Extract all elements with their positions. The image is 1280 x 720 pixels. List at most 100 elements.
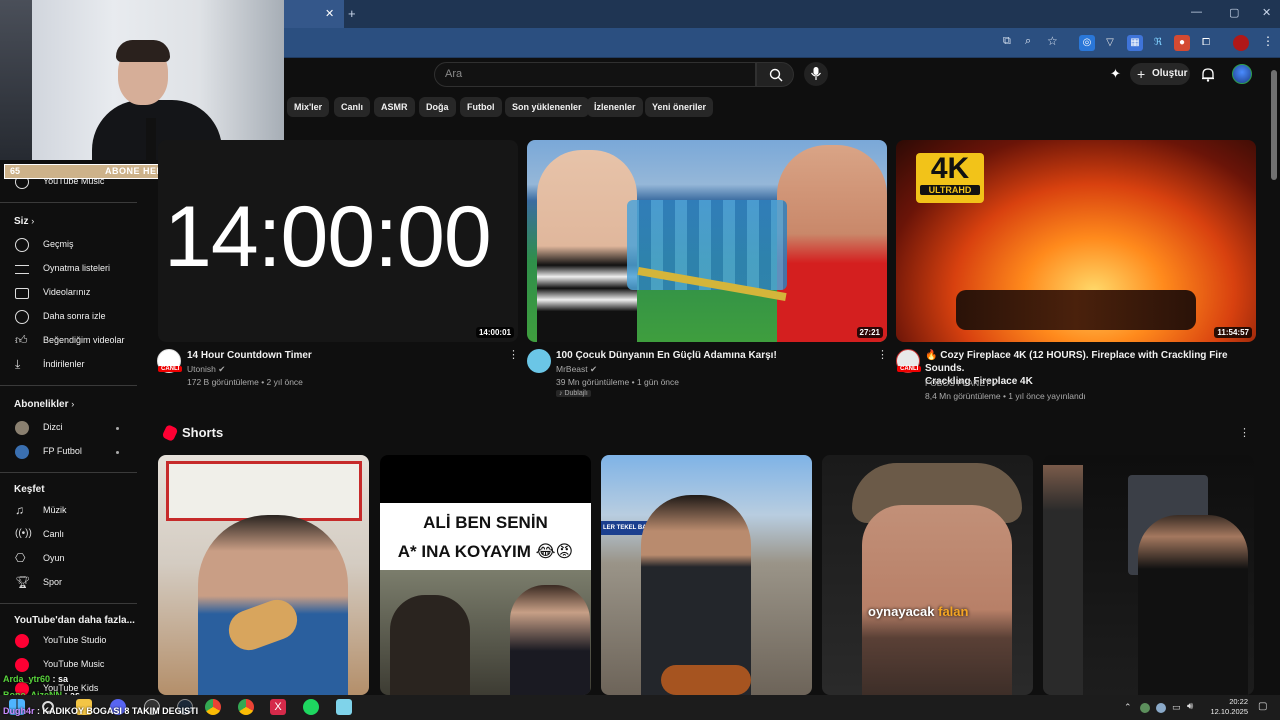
- browser-tab[interactable]: ✕: [284, 0, 344, 28]
- sidebar-item-your-videos[interactable]: Videolarınız: [0, 282, 150, 304]
- tray-chevron-icon[interactable]: ⌃: [1124, 702, 1132, 713]
- fireplace-logs: [956, 290, 1196, 330]
- channel-name[interactable]: MrBeast ✔: [556, 364, 597, 375]
- taskbar-clock[interactable]: 20:22 12.10.2025: [1200, 697, 1248, 717]
- account-avatar[interactable]: [1232, 64, 1252, 84]
- sidebar-item-sub-dizci[interactable]: Dizci: [0, 417, 150, 439]
- minimize-icon[interactable]: —: [1191, 6, 1202, 18]
- sidebar-item-label: YouTube Studio: [43, 635, 107, 645]
- bookmark-star-icon[interactable]: ☆: [1047, 34, 1058, 48]
- chip-new-recommendations[interactable]: Yeni öneriler: [645, 97, 714, 117]
- sidebar-item-sub-fp-futbol[interactable]: FP Futbol: [0, 441, 150, 463]
- extension-icon[interactable]: ◎: [1079, 35, 1095, 51]
- sidebar-divider: [0, 385, 137, 386]
- webcam-overlay: [0, 0, 284, 160]
- chip-mixes[interactable]: Mix'ler: [287, 97, 330, 117]
- short-caption-word: falan: [938, 604, 969, 619]
- short-caption-word: oynayacak: [868, 604, 935, 619]
- video-thumbnail[interactable]: 4K ULTRAHD 11:54:57: [896, 140, 1256, 342]
- install-app-icon[interactable]: ⧉: [1003, 35, 1011, 48]
- chat-line: Arda_ytr60 : sa: [3, 674, 68, 684]
- sidebar-heading-you[interactable]: Siz ›: [14, 216, 34, 227]
- tray-app-icon[interactable]: [1140, 703, 1150, 713]
- video-title[interactable]: 14 Hour Countdown Timer: [187, 349, 487, 362]
- short-thumbnail[interactable]: LER TEKEL BAYİ: [601, 455, 812, 695]
- voice-search-button[interactable]: [804, 62, 828, 86]
- sidebar-item-youtube-studio[interactable]: YouTube Studio: [0, 630, 150, 652]
- page-scrollbar[interactable]: [1271, 70, 1277, 180]
- cast-icon[interactable]: ✦: [1110, 66, 1121, 82]
- zoom-icon[interactable]: ⌕: [1025, 35, 1031, 48]
- profile-avatar[interactable]: [1233, 35, 1249, 51]
- extension-icon[interactable]: ●: [1174, 35, 1190, 51]
- sidebar-item-sports[interactable]: 🏆︎ Spor: [0, 572, 150, 594]
- channel-name[interactable]: FOBOS PLANET ✔: [925, 378, 1000, 389]
- sidebar-item-gaming[interactable]: ⎔ Oyun: [0, 548, 150, 570]
- new-tab-icon[interactable]: +: [348, 6, 356, 21]
- chip-nature[interactable]: Doğa: [419, 97, 456, 117]
- sidebar-item-history[interactable]: Geçmiş: [0, 234, 150, 256]
- sidebar-item-playlists[interactable]: Oynatma listeleri: [0, 258, 150, 280]
- sidebar-heading-subscriptions[interactable]: Abonelikler ›: [14, 399, 74, 410]
- more-actions-icon[interactable]: ⋮: [877, 349, 888, 361]
- 4k-badge-text: 4K: [930, 152, 970, 185]
- short-thumbnail[interactable]: ALİ BEN SENİN A* INA KOYAYIM 😂😡: [380, 455, 591, 695]
- short-doner: [661, 665, 751, 695]
- spotify-icon[interactable]: [303, 699, 319, 715]
- extension-icon[interactable]: ▦: [1127, 35, 1143, 51]
- notes-icon[interactable]: [336, 699, 352, 715]
- trophy-icon: 🏆︎: [15, 575, 31, 589]
- video-meta: 172 B görüntüleme • 2 yıl önce: [187, 377, 303, 387]
- you-heading-label: Siz: [14, 216, 29, 227]
- chrome-icon[interactable]: [205, 699, 221, 715]
- sidebar-item-label: FP Futbol: [43, 446, 82, 456]
- browser-menu-icon[interactable]: ⋮: [1262, 34, 1274, 48]
- more-actions-icon[interactable]: ⋮: [508, 349, 519, 361]
- network-icon[interactable]: ▭: [1172, 702, 1181, 713]
- short-person: [390, 595, 470, 695]
- shorts-more-icon[interactable]: ⋮: [1239, 427, 1250, 439]
- sidebar-item-watch-later[interactable]: Daha sonra izle: [0, 306, 150, 328]
- extension-icon[interactable]: ▽: [1102, 35, 1118, 51]
- short-thumbnail[interactable]: [1043, 455, 1254, 695]
- search-input[interactable]: Ara: [434, 62, 756, 87]
- extensions-puzzle-icon[interactable]: ⧠: [1198, 35, 1214, 51]
- maximize-icon[interactable]: ▢: [1229, 6, 1239, 19]
- video-title-line: 🔥 Cozy Fireplace 4K (12 HOURS). Fireplac…: [925, 350, 1228, 374]
- channel-avatar[interactable]: [527, 349, 551, 373]
- extension-icon[interactable]: ℜ: [1150, 35, 1166, 51]
- streamer-hair: [116, 40, 170, 62]
- x-app-icon[interactable]: X: [270, 699, 286, 715]
- tray-steam-icon[interactable]: [1156, 703, 1166, 713]
- chip-watched[interactable]: İzlenenler: [587, 97, 643, 117]
- live-badge: CANLI: [158, 366, 183, 372]
- sidebar-item-label: Videolarınız: [43, 287, 91, 297]
- short-caption-line: A* INA KOYAYIM 😂😡: [397, 542, 574, 561]
- short-thumbnail[interactable]: oynayacak falan: [822, 455, 1033, 695]
- video-title[interactable]: 100 Çocuk Dünyanın En Güçlü Adamına Karş…: [556, 349, 866, 362]
- chip-live[interactable]: Canlı: [334, 97, 371, 117]
- search-button[interactable]: [756, 62, 794, 87]
- gamepad-icon: ⎔: [15, 551, 26, 565]
- sidebar-item-liked-videos[interactable]: 👍︎ Beğendiğim videolar: [0, 330, 150, 352]
- sidebar-item-youtube-music[interactable]: YouTube Music: [0, 654, 150, 676]
- short-thumbnail[interactable]: [158, 455, 369, 695]
- goal-left-value: 65: [10, 166, 21, 176]
- sidebar-item-downloads[interactable]: ⤓ İndirilenler: [0, 354, 150, 376]
- notifications-icon[interactable]: ▢: [1258, 701, 1267, 712]
- chip-football[interactable]: Futbol: [460, 97, 502, 117]
- chip-asmr[interactable]: ASMR: [374, 97, 415, 117]
- sidebar-item-live[interactable]: ((•)) Canlı: [0, 524, 150, 546]
- sidebar-item-music[interactable]: ♫ Müzik: [0, 500, 150, 522]
- close-tab-icon[interactable]: ✕: [325, 7, 334, 20]
- notifications-bell-icon[interactable]: [1201, 67, 1215, 82]
- create-button[interactable]: + Oluştur: [1130, 63, 1190, 85]
- video-thumbnail[interactable]: 14:00:00 14:00:01: [158, 140, 518, 342]
- chip-recently-uploaded[interactable]: Son yüklenenler: [505, 97, 589, 117]
- video-thumbnail[interactable]: 27:21: [527, 140, 887, 342]
- channel-name[interactable]: Utonish ✔: [187, 364, 225, 375]
- sidebar-item-label: Müzik: [43, 505, 67, 515]
- window-close-icon[interactable]: ✕: [1262, 6, 1271, 19]
- volume-icon[interactable]: 🔊︎: [1187, 701, 1193, 712]
- chrome-icon[interactable]: [238, 699, 254, 715]
